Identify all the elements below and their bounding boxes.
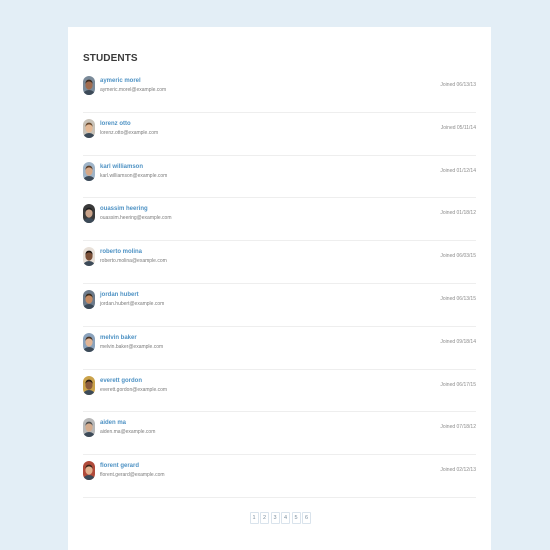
student-name-link[interactable]: ouassim heering — [100, 206, 148, 212]
joined-date: Joined 06/13/15 — [440, 295, 476, 302]
student-name-link[interactable]: aiden ma — [100, 420, 126, 426]
student-email: karl.williamson@example.com — [100, 172, 168, 179]
list-item[interactable]: melvin baker melvin.baker@example.com Join… — [83, 327, 476, 370]
student-email: roberto.molina@example.com — [100, 258, 167, 265]
avatar[interactable] — [83, 118, 95, 138]
student-email: aiden.ma@example.com — [100, 429, 156, 436]
joined-date: Joined 05/11/14 — [440, 124, 476, 131]
avatar[interactable] — [83, 247, 95, 267]
avatar[interactable] — [83, 418, 95, 438]
page-button-5[interactable]: 5 — [291, 512, 301, 524]
student-email: ouassim.heering@example.com — [100, 215, 172, 222]
avatar[interactable] — [83, 76, 95, 95]
joined-date: Joined 07/18/12 — [440, 424, 476, 431]
list-item[interactable]: jordan hubert jordan.hubert@example.com Jo… — [83, 284, 476, 327]
students-panel: STUDENTS aymeric morel aymeric.morel@exam… — [68, 27, 491, 550]
list-item[interactable]: karl williamson karl.williamson@example.c… — [83, 156, 476, 199]
list-item[interactable]: aymeric morel aymeric.morel@example.com Jo… — [83, 70, 476, 113]
avatar[interactable] — [83, 332, 95, 352]
joined-date: Joined 06/03/15 — [440, 253, 476, 260]
student-name-link[interactable]: roberto molina — [100, 249, 142, 255]
student-name-link[interactable]: lorenz otto — [100, 121, 131, 127]
avatar[interactable] — [83, 161, 95, 181]
joined-date: Joined 01/18/12 — [440, 210, 476, 217]
list-item[interactable]: ouassim heering ouassim.heering@example.c… — [83, 198, 476, 242]
student-name-link[interactable]: florent gerard — [100, 463, 139, 469]
student-email: melvin.baker@example.com — [100, 343, 164, 350]
list-item[interactable]: roberto molina roberto.molina@example.com… — [83, 241, 476, 284]
avatar[interactable] — [83, 204, 95, 224]
student-name-link[interactable]: karl williamson — [100, 164, 143, 170]
student-email: jordan.hubert@example.com — [100, 300, 165, 307]
page-title: STUDENTS — [83, 53, 138, 64]
page-button-2[interactable]: 2 — [260, 512, 269, 524]
avatar[interactable] — [83, 375, 95, 395]
avatar[interactable] — [83, 289, 95, 309]
student-email: aymeric.morel@example.com — [100, 87, 167, 93]
joined-date: Joined 09/18/14 — [440, 338, 476, 345]
student-name-link[interactable]: melvin baker — [100, 335, 137, 341]
avatar[interactable] — [83, 461, 95, 481]
student-email: florent.gerard@example.com — [100, 472, 165, 479]
student-name-link[interactable]: aymeric morel — [100, 78, 141, 84]
student-email: everett.gordon@example.com — [100, 386, 168, 393]
student-email: lorenz.otto@example.com — [100, 129, 159, 136]
list-item[interactable]: aiden ma aiden.ma@example.com Joined 07/18… — [83, 412, 476, 456]
joined-date: Joined 06/17/15 — [440, 381, 476, 388]
page-button-4[interactable]: 4 — [281, 512, 290, 524]
page-button-6[interactable]: 6 — [302, 512, 311, 524]
joined-date: Joined 06/13/13 — [440, 82, 476, 88]
student-list: aymeric morel aymeric.morel@example.com Jo… — [83, 70, 476, 498]
joined-date: Joined 02/12/13 — [440, 467, 476, 474]
pagination: 123456 — [68, 512, 491, 524]
page-button-3[interactable]: 3 — [270, 512, 280, 524]
page-button-1[interactable]: 1 — [249, 512, 259, 524]
student-name-link[interactable]: jordan hubert — [100, 292, 139, 298]
student-name-link[interactable]: everett gordon — [100, 378, 142, 384]
list-item[interactable]: florent gerard florent.gerard@example.com… — [83, 455, 476, 498]
list-item[interactable]: lorenz otto lorenz.otto@example.com Joined… — [83, 113, 476, 156]
list-item[interactable]: everett gordon everett.gordon@example.com… — [83, 370, 476, 413]
joined-date: Joined 01/12/14 — [440, 167, 476, 174]
